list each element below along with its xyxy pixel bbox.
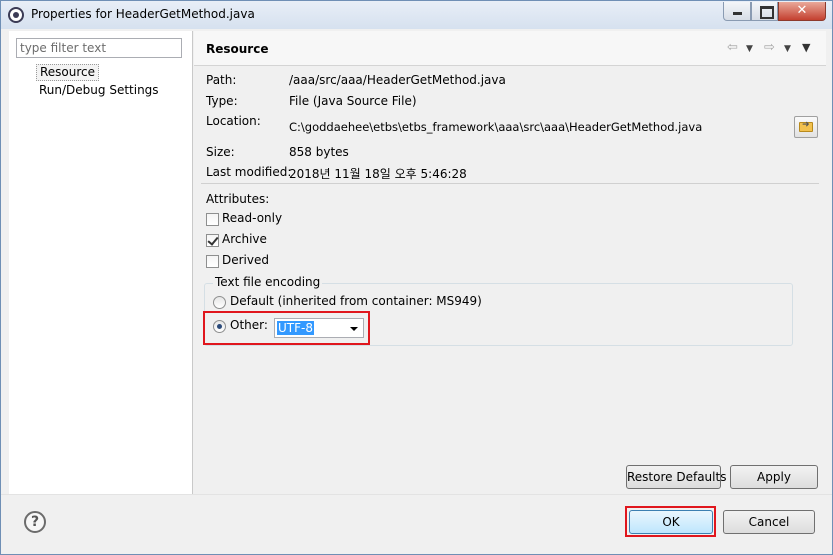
- close-button[interactable]: ✕: [778, 2, 826, 21]
- folder-open-icon: [799, 120, 813, 132]
- page-header: Resource ⇦ ▼ ⇨ ▼ ▼: [194, 31, 826, 66]
- derived-label: Derived: [222, 253, 269, 267]
- restore-defaults-button[interactable]: Restore Defaults: [626, 465, 726, 489]
- forward-history-dropdown-icon[interactable]: ▼: [784, 42, 791, 56]
- derived-checkbox[interactable]: [206, 255, 219, 268]
- tree-item-run-debug-settings[interactable]: Run/Debug Settings: [36, 82, 162, 99]
- attributes-heading: Attributes:: [206, 192, 270, 206]
- title-bar[interactable]: Properties for HeaderGetMethod.java ✕: [1, 1, 832, 29]
- type-label: Type:: [206, 94, 238, 108]
- separator: [201, 183, 819, 184]
- cancel-button[interactable]: Cancel: [723, 510, 815, 534]
- path-value: /aaa/src/aaa/HeaderGetMethod.java: [289, 73, 506, 87]
- minimize-button[interactable]: [723, 2, 751, 21]
- filter-input[interactable]: [16, 38, 182, 58]
- properties-dialog: Properties for HeaderGetMethod.java ✕ Re…: [0, 0, 833, 555]
- path-label: Path:: [206, 73, 237, 87]
- forward-arrow-icon[interactable]: ⇨: [764, 41, 775, 55]
- text-file-encoding-legend: Text file encoding: [213, 275, 323, 289]
- type-value: File (Java Source File): [289, 94, 417, 108]
- last-modified-label: Last modified:: [206, 165, 292, 179]
- apply-button[interactable]: Apply: [730, 465, 818, 489]
- property-page-tree: Resource Run/Debug Settings: [9, 31, 193, 494]
- page-title: Resource: [206, 42, 269, 56]
- maximize-button[interactable]: [751, 2, 778, 21]
- default-encoding-radio[interactable]: [213, 296, 226, 309]
- help-icon[interactable]: ?: [24, 511, 46, 533]
- property-page: Resource ⇦ ▼ ⇨ ▼ ▼ Path: /aaa/src/aaa/He…: [194, 31, 826, 494]
- archive-checkbox[interactable]: [206, 234, 219, 247]
- archive-label: Archive: [222, 232, 267, 246]
- size-value: 858 bytes: [289, 145, 349, 159]
- location-value: C:\goddaehee\etbs\etbs_framework\aaa\src…: [289, 120, 703, 134]
- show-in-explorer-button[interactable]: [794, 116, 818, 138]
- location-label: Location:: [206, 114, 261, 128]
- eclipse-icon: [8, 7, 24, 23]
- annotation-highlight-encoding: [203, 311, 370, 345]
- annotation-highlight-ok: [625, 506, 716, 537]
- read-only-label: Read-only: [222, 211, 283, 225]
- back-arrow-icon[interactable]: ⇦: [727, 41, 738, 55]
- default-encoding-label: Default (inherited from container: MS949…: [230, 294, 482, 308]
- close-icon: ✕: [796, 3, 808, 18]
- size-label: Size:: [206, 145, 235, 159]
- last-modified-value: 2018년 11월 18일 오후 5:46:28: [289, 167, 467, 181]
- back-history-dropdown-icon[interactable]: ▼: [746, 42, 753, 56]
- button-bar-divider: [1, 494, 832, 495]
- read-only-checkbox[interactable]: [206, 213, 219, 226]
- tree-item-resource[interactable]: Resource: [36, 64, 100, 81]
- window-title: Properties for HeaderGetMethod.java: [31, 7, 255, 21]
- view-menu-icon[interactable]: ▼: [802, 41, 810, 55]
